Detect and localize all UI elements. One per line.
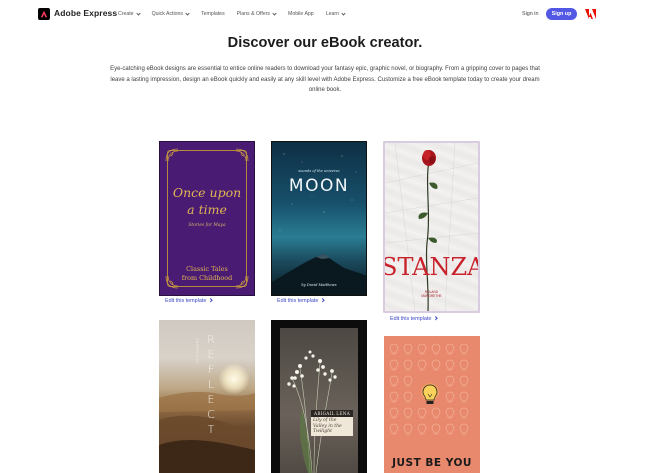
nav-mobile-app-label: Mobile App: [288, 11, 314, 17]
cover-title-letter: E: [207, 348, 215, 361]
ornament-icon: [165, 148, 179, 162]
cover-footer-line-1: Classic Tales: [186, 265, 228, 273]
cover-title-letter: L: [207, 378, 215, 391]
cover-title: REFLECT: [205, 332, 217, 437]
nav-quick-actions[interactable]: Quick Actions: [151, 10, 190, 17]
template-card-reflect[interactable]: REFLECT CHRONICLES: [159, 320, 255, 473]
cover-title-line-2: a time: [187, 202, 227, 217]
cover-title-letter: T: [207, 423, 215, 436]
cover-footer-line-2: from Childhood: [181, 274, 233, 282]
cover-subtitle: Stories for Maya: [188, 223, 226, 228]
cover-author-line-2: MARGRETHE: [421, 294, 442, 298]
rose-icon: [385, 143, 478, 311]
cover-title-letter: E: [207, 393, 215, 406]
sign-up-button[interactable]: Sign up: [546, 8, 577, 20]
intro-paragraph: Eye-catching eBook designs are essential…: [110, 66, 540, 93]
brand-name[interactable]: Adobe Express: [54, 8, 117, 18]
cover-author: by David Matthews: [301, 283, 337, 287]
edit-template-link[interactable]: Edit this template: [277, 298, 325, 304]
adobe-logo-icon[interactable]: [585, 9, 596, 19]
ornament-icon: [235, 148, 249, 162]
cover-title-line-1: Once upon: [172, 185, 242, 200]
cover-footer: Classic Tales from Childhood: [160, 265, 254, 283]
template-card-once-upon-a-time[interactable]: Once upon a time Stories for Maya Classic…: [159, 141, 255, 296]
chevron-right-icon: [433, 316, 438, 321]
nav-quick-actions-label: Quick Actions: [151, 11, 184, 17]
template-card-moon[interactable]: sounds of the universe MOON by David Mat…: [271, 141, 367, 296]
chevron-down-icon: [272, 10, 277, 16]
edit-template-link[interactable]: Edit this template: [165, 298, 213, 304]
cover-side-text: CHRONICLES: [195, 338, 199, 364]
lightbulb-pattern-icon: [389, 343, 469, 435]
edit-template-label: Edit this template: [165, 298, 207, 304]
cover-author: ROLAND MARGRETHE: [385, 290, 478, 298]
template-card-stanza[interactable]: STANZA ROLAND MARGRETHE: [385, 143, 478, 311]
nav-learn-label: Learn: [325, 11, 339, 17]
top-navigation-bar: Adobe Express Create Quick Actions Templ…: [0, 0, 650, 28]
nav-templates-label: Templates: [201, 11, 225, 17]
cover-title: JUST BE YOU: [392, 457, 472, 469]
lily-flower-icon: [287, 350, 337, 473]
nav-plans-offers-label: Plans & Offers: [236, 11, 271, 17]
night-sky-stars-icon: [272, 153, 366, 295]
cover-subtitle: sounds of the universe: [298, 169, 340, 173]
cover-author: ABIGAIL LENA: [311, 410, 354, 417]
nav-learn[interactable]: Learn: [325, 10, 346, 17]
cover-title-letter: C: [207, 408, 215, 421]
page-title: Discover our eBook creator.: [227, 35, 423, 51]
chevron-right-icon: [208, 298, 213, 303]
nav-create[interactable]: Create: [118, 10, 141, 17]
cover-title: Once upon a time: [160, 184, 254, 218]
nav-create-label: Create: [118, 11, 134, 17]
cover-title: STANZA: [385, 253, 478, 281]
template-card-just-be-you[interactable]: JUST BE YOU: [384, 336, 480, 473]
main-nav: Create Quick Actions Templates Plans & O…: [118, 10, 357, 17]
cover-title-letter: R: [207, 333, 215, 346]
nav-mobile-app[interactable]: Mobile App: [288, 11, 314, 17]
nav-plans-offers[interactable]: Plans & Offers: [236, 10, 277, 17]
chevron-right-icon: [320, 298, 325, 303]
cover-title: MOON: [288, 176, 350, 196]
edit-template-label: Edit this template: [277, 298, 319, 304]
nav-templates[interactable]: Templates: [201, 11, 225, 17]
cover-title: Lily of the Valley in the Twilight: [311, 417, 353, 436]
chevron-down-icon: [135, 10, 141, 16]
chevron-down-icon: [341, 10, 346, 16]
cover-title-letter: F: [207, 363, 215, 376]
template-card-lily-of-the-valley[interactable]: ABIGAIL LENA Lily of the Valley in the T…: [271, 320, 367, 473]
chevron-down-icon: [185, 10, 190, 16]
sign-in-link[interactable]: Sign in: [522, 11, 538, 17]
edit-template-label: Edit this template: [390, 316, 432, 322]
adobe-express-logo-icon[interactable]: [38, 8, 50, 20]
edit-template-link[interactable]: Edit this template: [390, 316, 438, 322]
